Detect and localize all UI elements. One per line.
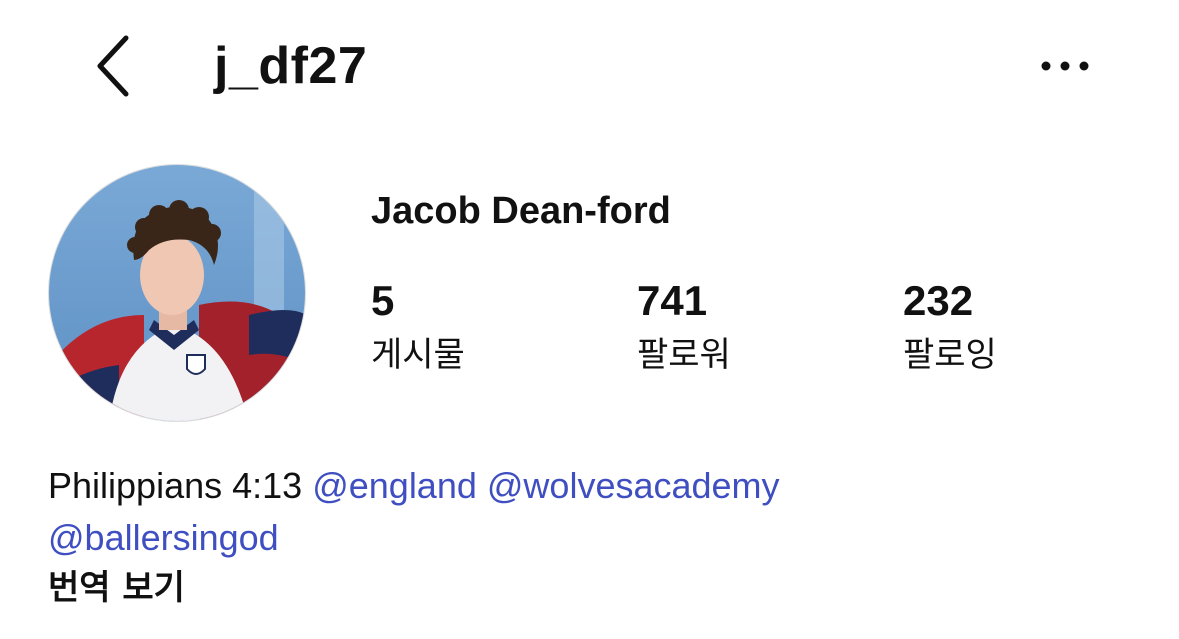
profile-bio: Philippians 4:13 @england @wolvesacademy… (48, 460, 1128, 564)
mention-link-ballersingod[interactable]: @ballersingod (48, 517, 279, 558)
mention-link-england[interactable]: @england (312, 465, 477, 506)
following-count: 232 (903, 277, 974, 324)
followers-stat[interactable]: 741 팔로워 (637, 276, 731, 378)
posts-label: 게시물 (371, 335, 465, 375)
followers-label: 팔로워 (637, 335, 731, 375)
translate-link[interactable]: 번역 보기 (48, 564, 185, 612)
avatar[interactable] (48, 164, 306, 422)
more-horizontal-icon (1041, 61, 1089, 71)
profile-photo (49, 165, 305, 421)
back-button[interactable] (84, 30, 144, 102)
profile-full-name: Jacob Dean-ford (371, 190, 671, 232)
followers-count: 741 (637, 277, 708, 324)
chevron-left-icon (97, 35, 129, 97)
more-options-button[interactable] (1030, 44, 1100, 88)
following-label: 팔로잉 (903, 335, 997, 375)
bio-text: Philippians 4:13 (48, 465, 303, 506)
posts-count: 5 (371, 277, 395, 324)
following-stat[interactable]: 232 팔로잉 (903, 276, 997, 378)
posts-stat[interactable]: 5 게시물 (371, 276, 465, 378)
mention-link-wolvesacademy[interactable]: @wolvesacademy (487, 465, 780, 506)
profile-username: j_df27 (214, 37, 368, 95)
